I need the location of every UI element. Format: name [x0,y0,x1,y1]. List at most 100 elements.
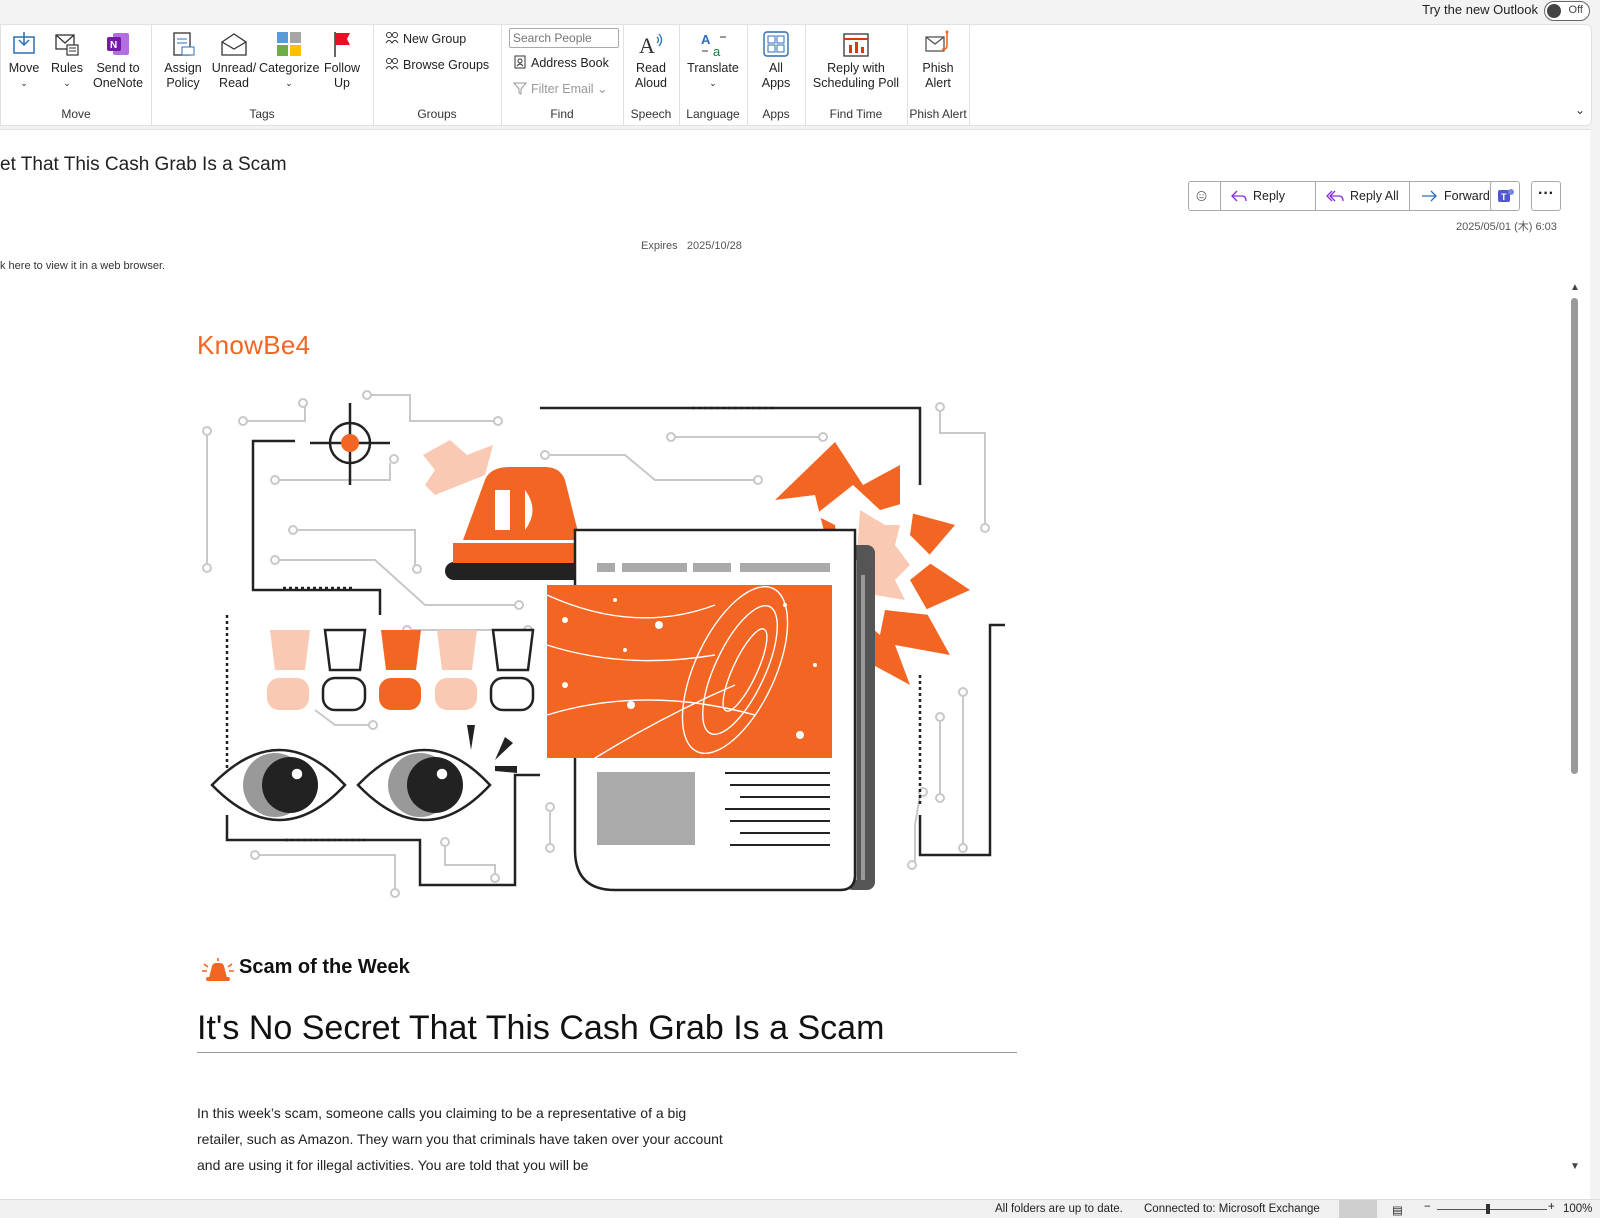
svg-text:N: N [110,40,117,51]
ribbon-group-tags: Assign Policy Unread/ Read Categorize ⌄ F… [151,25,374,125]
message-actions: Reply Reply All Forward [1188,181,1504,211]
try-new-outlook-label: Try the new Outlook [1422,2,1538,17]
apps-grid-icon [763,31,789,57]
reply-button[interactable]: Reply [1220,181,1316,211]
translate-button[interactable]: Aa Translate ⌄ [683,29,743,91]
group-label-speech: Speech [630,107,672,121]
move-icon [13,32,35,54]
group-label-move: Move [61,107,91,121]
new-group-label: New Group [403,32,467,46]
chevron-down-icon: ⌄ [285,78,293,88]
reading-pane: et That This Cash Grab Is a Scam Reply R… [0,129,1590,1200]
search-people-input[interactable]: Search People [509,28,619,48]
svg-text:a: a [713,44,721,59]
group-label-language: Language [686,107,740,121]
assign-policy-icon [173,32,195,56]
all-apps-button[interactable]: All Apps [755,29,797,91]
article-headline: It's No Secret That This Cash Grab Is a … [197,1009,1017,1053]
group-label-find: Find [550,107,574,121]
toggle-state-label: Off [1568,4,1583,16]
ribbon-group-find: Search People Address Book Filter Email … [501,25,624,125]
follow-up-button[interactable]: Follow Up [321,29,363,91]
translate-label: Translate [687,61,739,75]
phish-hook-icon [925,30,949,52]
teams-share-button[interactable]: T [1490,181,1520,211]
address-book-icon [514,55,526,69]
browse-groups-icon [385,58,399,70]
reply-label: Reply [1253,189,1285,203]
unread-read-button[interactable]: Unread/ Read [209,29,259,91]
assign-policy-label: Assign Policy [164,61,202,90]
normal-view-button[interactable] [1339,1200,1377,1218]
assign-policy-button[interactable]: Assign Policy [159,29,207,91]
zoom-slider[interactable] [1437,1209,1547,1210]
ribbon: Move ⌄ Rules ⌄ N Send to OneNote Move Assi… [0,24,1592,126]
zoom-in-icon[interactable]: + [1548,1201,1555,1213]
ribbon-group-apps: All Apps Apps [747,25,806,125]
message-date: 2025/05/01 (木) 6:03 [1456,221,1557,233]
reply-all-button[interactable]: Reply All [1315,181,1410,211]
ribbon-group-language: Aa Translate ⌄ Language [679,25,748,125]
expires-date: 2025/10/28 [686,240,742,252]
move-button[interactable]: Move ⌄ [5,29,43,91]
onenote-icon: N [107,33,129,55]
toggle-knob [1547,4,1561,18]
chevron-down-icon: ⌄ [20,78,28,88]
svg-text:A: A [639,33,655,58]
rules-icon [55,34,79,56]
expires-info: Expires 2025/10/28 [641,240,742,252]
collapse-ribbon-chevron-icon[interactable]: ⌄ [1575,103,1585,117]
new-outlook-toggle[interactable]: Off [1544,1,1590,21]
flag-icon [334,32,350,57]
reaction-button[interactable] [1188,181,1221,211]
reading-view-icon[interactable]: ▤ [1392,1203,1403,1217]
section-label: Scam of the Week [239,956,410,978]
reply-icon [1231,190,1247,202]
siren-icon [202,958,234,981]
zoom-slider-thumb[interactable] [1486,1204,1490,1214]
scam-illustration [202,390,1005,898]
filter-icon [513,82,527,95]
message-subject: et That This Cash Grab Is a Scam [0,154,287,175]
more-actions-button[interactable]: ··· [1531,181,1561,211]
reply-scheduling-poll-button[interactable]: Reply with Scheduling Poll [809,29,903,91]
view-in-browser-link[interactable]: k here to view it in a web browser. [0,260,165,272]
calendar-poll-icon [843,33,869,57]
reply-all-label: Reply All [1350,189,1399,203]
scroll-down-icon[interactable]: ▼ [1570,1161,1580,1172]
envelope-open-icon [221,33,247,56]
chevron-down-icon: ⌄ [709,78,717,88]
read-aloud-label: Read Aloud [635,61,667,90]
chevron-down-icon: ⌄ [63,78,71,88]
ribbon-group-speech: A Read Aloud Speech [623,25,680,125]
browse-groups-button[interactable]: Browse Groups [385,57,489,72]
group-label-apps: Apps [762,107,790,121]
scroll-up-icon[interactable]: ▲ [1570,282,1580,293]
svg-text:A: A [701,32,711,47]
ribbon-group-move: Move ⌄ Rules ⌄ N Send to OneNote Move [1,25,152,125]
read-aloud-button[interactable]: A Read Aloud [629,29,673,91]
rules-button[interactable]: Rules ⌄ [49,29,85,91]
move-label: Move [8,61,40,75]
forward-label: Forward [1444,189,1490,203]
filter-email-label: Filter Email [531,82,594,96]
new-group-icon [385,32,399,44]
send-to-onenote-button[interactable]: N Send to OneNote [91,29,145,91]
group-label-tags: Tags [249,107,275,121]
browse-groups-label: Browse Groups [403,58,490,72]
filter-email-button[interactable]: Filter Email ⌄ [513,81,607,96]
onenote-label: Send to OneNote [92,61,144,90]
forward-icon [1422,190,1437,202]
sync-status: All folders are up to date. [995,1203,1123,1215]
translate-icon: Aa [701,32,726,59]
scrollbar-thumb[interactable] [1571,298,1578,774]
zoom-out-icon[interactable]: − [1424,1201,1431,1213]
address-book-button[interactable]: Address Book [513,55,609,70]
categorize-button[interactable]: Categorize ⌄ [259,29,319,91]
vertical-scrollbar[interactable]: ▲ ▼ [1568,282,1582,1172]
new-group-button[interactable]: New Group [385,31,466,46]
article-body: In this week’s scam, someone calls you c… [197,1105,723,1173]
rules-label: Rules [51,61,83,75]
follow-up-label: Follow Up [323,61,361,90]
phish-alert-button[interactable]: Phish Alert [913,29,963,91]
